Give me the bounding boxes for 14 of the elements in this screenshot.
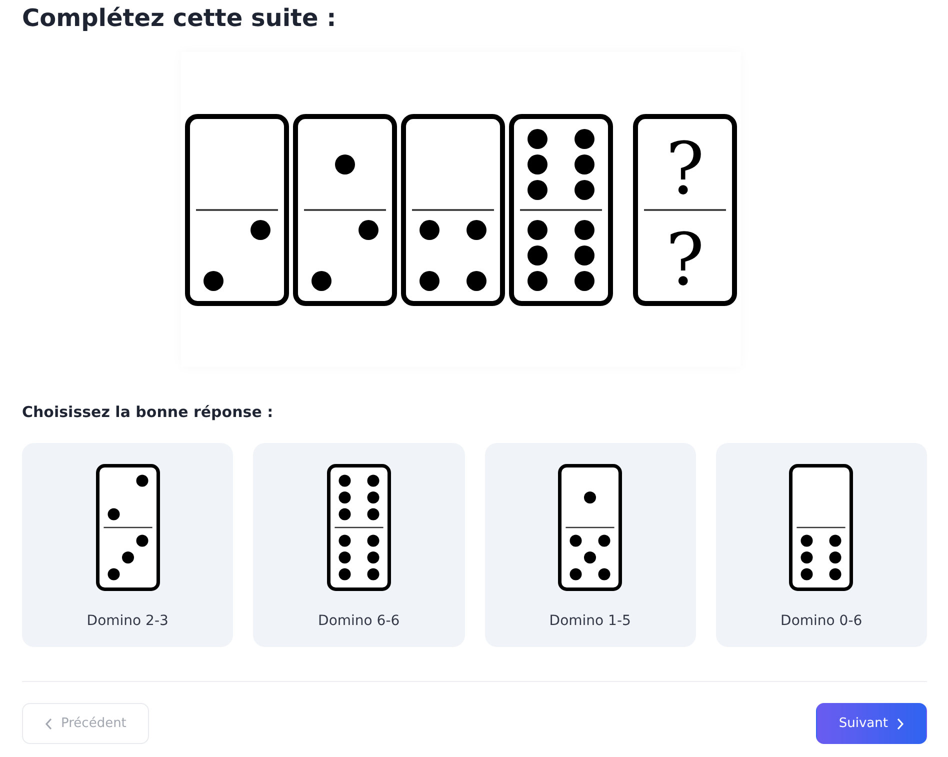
answer-option[interactable]: Domino 6-6 — [253, 443, 464, 647]
answer-option[interactable]: Domino 1-5 — [484, 443, 696, 647]
chevron-left-icon — [45, 718, 53, 730]
chevron-right-icon — [896, 718, 904, 730]
answer-option[interactable]: Domino 2-3 — [22, 443, 234, 647]
option-label: Domino 1-5 — [549, 613, 631, 629]
question-title: Complétez cette suite : — [22, 3, 338, 34]
option-label: Domino 2-3 — [86, 613, 168, 629]
question-domino: ? ? — [633, 114, 737, 306]
next-button[interactable]: Suivant — [816, 703, 927, 744]
answer-option[interactable]: Domino 0-6 — [716, 443, 927, 647]
option-label: Domino 0-6 — [780, 613, 862, 629]
answer-prompt: Choisissez la bonne réponse : — [22, 403, 274, 421]
option-label: Domino 6-6 — [318, 613, 400, 629]
